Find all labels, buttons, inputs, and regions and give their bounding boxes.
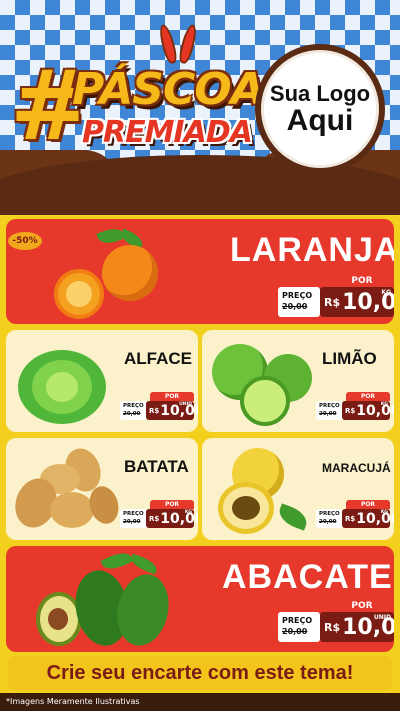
price-value: R$ 10,00 UNID — [146, 401, 198, 420]
product-card-abacate: ABACATE POR PREÇO 20,00 R$ 10,00 UNID — [6, 546, 394, 652]
currency-symbol: R$ — [345, 406, 356, 415]
price-value: R$ 10,00 UNID — [320, 612, 394, 642]
product-name: MARACUJÁ — [322, 461, 391, 475]
cta-text: Crie seu encarte com este tema! — [46, 661, 354, 684]
product-name: LIMÃO — [322, 349, 377, 368]
por-label: POR — [330, 600, 394, 612]
lime-icon — [206, 336, 318, 428]
price-amount: 10,00 — [356, 402, 394, 419]
old-price-box: PREÇO 20,00 — [278, 287, 320, 317]
price-unit: KG — [380, 510, 388, 515]
price-value: R$ 10,00 KG — [146, 509, 198, 528]
por-label: POR — [150, 392, 194, 401]
potato-icon — [8, 442, 123, 536]
price-unit: UNID — [179, 402, 192, 407]
price-tag: POR PREÇO 20,00 R$ 10,00 KG — [120, 500, 198, 530]
old-price: 20,00 — [123, 519, 141, 525]
campaign-title: # PÁSCOA PREMIADA — [10, 23, 265, 168]
bunny-ears-icon — [157, 23, 200, 68]
orange-icon — [50, 224, 160, 319]
old-price-box: PREÇO 20,00 — [120, 509, 148, 528]
discount-badge: -50% — [8, 232, 42, 250]
cta-banner: Crie seu encarte com este tema! — [8, 656, 392, 690]
title-pascoa: PÁSCOA — [72, 64, 265, 115]
preco-label: PREÇO — [123, 511, 144, 517]
product-card-maracuja: MARACUJÁ POR PREÇO 20,00 R$ 10,00 KG — [202, 438, 394, 540]
old-price-box: PREÇO 20,00 — [278, 612, 320, 642]
price-amount: 10,00 — [160, 510, 198, 527]
old-price-box: PREÇO 20,00 — [120, 401, 148, 420]
price-value: R$ 10,00 KG — [320, 287, 394, 317]
lettuce-icon — [10, 336, 114, 428]
product-card-batata: BATATA POR PREÇO 20,00 R$ 10,00 KG — [6, 438, 198, 540]
preco-label: PREÇO — [123, 403, 144, 409]
currency-symbol: R$ — [324, 620, 341, 634]
price-unit: KG — [381, 289, 391, 296]
por-label: POR — [346, 392, 390, 401]
por-label: POR — [346, 500, 390, 509]
price-value: R$ 10,00 KG — [342, 509, 394, 528]
price-tag: POR PREÇO 20,00 R$ 10,00 KG — [278, 275, 394, 319]
disclaimer-text: *Imagens Meramente Ilustrativas — [6, 697, 140, 706]
old-price-box: PREÇO 20,00 — [316, 509, 344, 528]
price-unit: UNID — [373, 614, 391, 621]
old-price: 20,00 — [282, 627, 308, 636]
title-premiada: PREMIADA — [82, 115, 253, 150]
preco-label: PREÇO — [282, 616, 313, 625]
logo-text-line1: Sua Logo — [269, 80, 371, 106]
product-name: ABACATE — [222, 558, 393, 596]
currency-symbol: R$ — [345, 514, 356, 523]
passion-fruit-icon — [208, 444, 316, 536]
price-unit: KG — [380, 402, 388, 407]
footer: *Imagens Meramente Ilustrativas — [0, 693, 400, 711]
old-price-box: PREÇO 20,00 — [316, 401, 344, 420]
price-tag: POR PREÇO 20,00 R$ 10,00 UNID — [120, 392, 198, 422]
por-label: POR — [150, 500, 194, 509]
price-value: R$ 10,00 KG — [342, 401, 394, 420]
old-price: 20,00 — [282, 302, 308, 311]
logo-placeholder: Sua Logo Aqui — [255, 44, 385, 174]
currency-symbol: R$ — [149, 406, 160, 415]
old-price: 20,00 — [123, 411, 141, 417]
avocado-icon — [32, 548, 182, 651]
logo-text-line2: Aqui — [286, 103, 354, 137]
price-amount: 10,00 — [356, 510, 394, 527]
preco-label: PREÇO — [282, 291, 313, 300]
por-label: POR — [330, 275, 394, 287]
preco-label: PREÇO — [319, 403, 340, 409]
product-card-limao: LIMÃO POR PREÇO 20,00 R$ 10,00 KG — [202, 330, 394, 432]
product-card-laranja: LARANJA POR PREÇO 20,00 R$ 10,00 KG — [6, 219, 394, 324]
price-tag: POR PREÇO 20,00 R$ 10,00 UNID — [278, 600, 394, 644]
product-name: LARANJA — [230, 231, 394, 269]
old-price: 20,00 — [319, 411, 337, 417]
product-card-alface: ALFACE POR PREÇO 20,00 R$ 10,00 UNID — [6, 330, 198, 432]
currency-symbol: R$ — [149, 514, 160, 523]
old-price: 20,00 — [319, 519, 337, 525]
currency-symbol: R$ — [324, 295, 341, 309]
header: # PÁSCOA PREMIADA Sua Logo Aqui — [0, 0, 400, 215]
product-name: BATATA — [124, 457, 189, 476]
product-name: ALFACE — [124, 349, 192, 368]
price-unit: KG — [184, 510, 192, 515]
price-tag: POR PREÇO 20,00 R$ 10,00 KG — [316, 392, 394, 422]
price-tag: POR PREÇO 20,00 R$ 10,00 KG — [316, 500, 394, 530]
preco-label: PREÇO — [319, 511, 340, 517]
